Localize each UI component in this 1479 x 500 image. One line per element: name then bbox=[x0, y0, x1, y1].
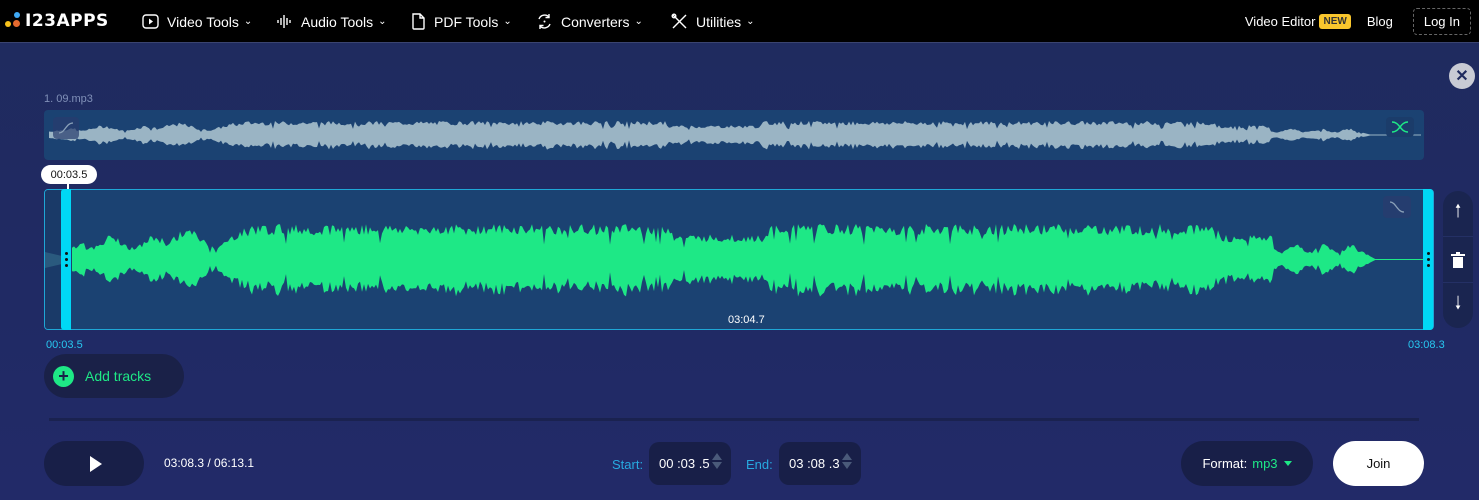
arrow-up-icon: 🠑 bbox=[1454, 200, 1462, 221]
format-dropdown[interactable]: Format: mp3 bbox=[1181, 441, 1313, 486]
add-tracks-label: Add tracks bbox=[85, 368, 152, 384]
chevron-down-icon: ⌄ bbox=[378, 16, 387, 27]
format-value: mp3 bbox=[1252, 456, 1278, 471]
chevron-down-icon: ⌄ bbox=[634, 16, 643, 27]
trim-handle-start[interactable] bbox=[61, 189, 71, 330]
end-caption: End: bbox=[746, 457, 773, 472]
logo[interactable]: I23APPS bbox=[5, 11, 109, 31]
audio-wave-icon bbox=[276, 14, 293, 29]
start-caption: Start: bbox=[612, 457, 644, 472]
chevron-down-icon: ⌄ bbox=[746, 16, 755, 27]
selection-duration: 03:04.7 bbox=[728, 314, 765, 326]
logo-text: I23APPS bbox=[25, 11, 109, 31]
arrow-down-icon: 🠓 bbox=[1454, 292, 1462, 313]
nav-converters-label: Converters bbox=[561, 13, 630, 30]
close-icon: ✕ bbox=[1455, 68, 1469, 85]
fade-out-icon bbox=[1389, 201, 1405, 213]
plus-icon: + bbox=[53, 365, 74, 387]
start-time-value: 00 :03 .5 bbox=[659, 456, 710, 471]
play-icon bbox=[89, 455, 102, 472]
join-button[interactable]: Join bbox=[1333, 441, 1424, 486]
overview-waveform-svg bbox=[49, 121, 1421, 150]
add-tracks-button[interactable]: + Add tracks bbox=[44, 354, 184, 398]
end-time-stepper[interactable] bbox=[842, 453, 852, 469]
track-waveform-svg bbox=[45, 224, 1424, 297]
chevron-down-icon: ⌄ bbox=[243, 16, 253, 27]
selected-track[interactable] bbox=[44, 189, 1434, 330]
play-button[interactable] bbox=[44, 441, 144, 486]
end-time-input[interactable]: 03 :08 .3 bbox=[779, 442, 861, 485]
blog-link[interactable]: Blog bbox=[1367, 14, 1393, 29]
video-editor-link[interactable]: Video Editor bbox=[1245, 14, 1316, 29]
playback-time: 03:08.3 / 06:13.1 bbox=[164, 456, 255, 470]
start-time-stepper[interactable] bbox=[712, 453, 722, 469]
nav-video-tools[interactable]: Video Tools ⌄ bbox=[142, 0, 252, 43]
end-time-value: 03 :08 .3 bbox=[789, 456, 840, 471]
stepper-up-icon[interactable] bbox=[842, 453, 852, 460]
caret-down-icon bbox=[1283, 461, 1292, 466]
close-button[interactable]: ✕ bbox=[1449, 63, 1475, 89]
track-side-controls: 🠑 🠓 bbox=[1443, 191, 1473, 328]
top-nav: I23APPS Video Tools ⌄ Audio Tools ⌄ PDF … bbox=[0, 0, 1479, 43]
track-end-time: 03:08.3 bbox=[1408, 339, 1445, 351]
convert-cycle-icon bbox=[536, 13, 553, 30]
delete-track-button[interactable] bbox=[1443, 237, 1473, 283]
nav-audio-tools-label: Audio Tools bbox=[301, 13, 374, 30]
nav-video-tools-label: Video Tools bbox=[167, 13, 239, 30]
file-name: 1. 09.mp3 bbox=[44, 93, 93, 105]
trash-icon bbox=[1451, 251, 1465, 268]
move-down-button[interactable]: 🠓 bbox=[1443, 283, 1473, 328]
start-time-input[interactable]: 00 :03 .5 bbox=[649, 442, 731, 485]
stepper-up-icon[interactable] bbox=[712, 453, 722, 460]
stepper-down-icon[interactable] bbox=[842, 462, 852, 469]
fade-in-button[interactable] bbox=[53, 117, 79, 139]
nav-pdf-tools[interactable]: PDF Tools ⌄ bbox=[411, 0, 512, 43]
document-icon bbox=[411, 13, 426, 30]
fade-in-icon bbox=[58, 122, 74, 134]
fade-out-button[interactable] bbox=[1383, 196, 1411, 218]
move-up-button[interactable]: 🠑 bbox=[1443, 191, 1473, 237]
nav-right: Video Editor NEW Blog Log In bbox=[1245, 0, 1479, 43]
logo-icon bbox=[5, 12, 23, 30]
divider bbox=[49, 418, 1419, 421]
stepper-down-icon[interactable] bbox=[712, 462, 722, 469]
nav-utilities[interactable]: Utilities ⌄ bbox=[671, 0, 755, 43]
nav-audio-tools[interactable]: Audio Tools ⌄ bbox=[276, 0, 387, 43]
overview-waveform[interactable] bbox=[44, 110, 1424, 160]
login-button[interactable]: Log In bbox=[1412, 8, 1471, 35]
nav-converters[interactable]: Converters ⌄ bbox=[536, 0, 643, 43]
play-square-icon bbox=[142, 14, 159, 29]
nav-pdf-tools-label: PDF Tools bbox=[434, 13, 499, 30]
track-waveform-shape bbox=[72, 224, 1424, 297]
crossfade-icon bbox=[1391, 121, 1409, 133]
trimmed-waveform-shape bbox=[45, 252, 62, 268]
trim-handle-end[interactable] bbox=[1423, 189, 1433, 330]
format-label: Format: bbox=[1202, 456, 1248, 471]
new-badge: NEW bbox=[1319, 14, 1351, 29]
track-start-time: 00:03.5 bbox=[46, 339, 83, 351]
selection-start-tooltip: 00:03.5 bbox=[41, 165, 97, 184]
crossfade-button[interactable] bbox=[1386, 117, 1414, 137]
chevron-down-icon: ⌄ bbox=[503, 16, 512, 27]
tools-icon bbox=[671, 13, 688, 30]
nav-utilities-label: Utilities bbox=[696, 13, 742, 30]
